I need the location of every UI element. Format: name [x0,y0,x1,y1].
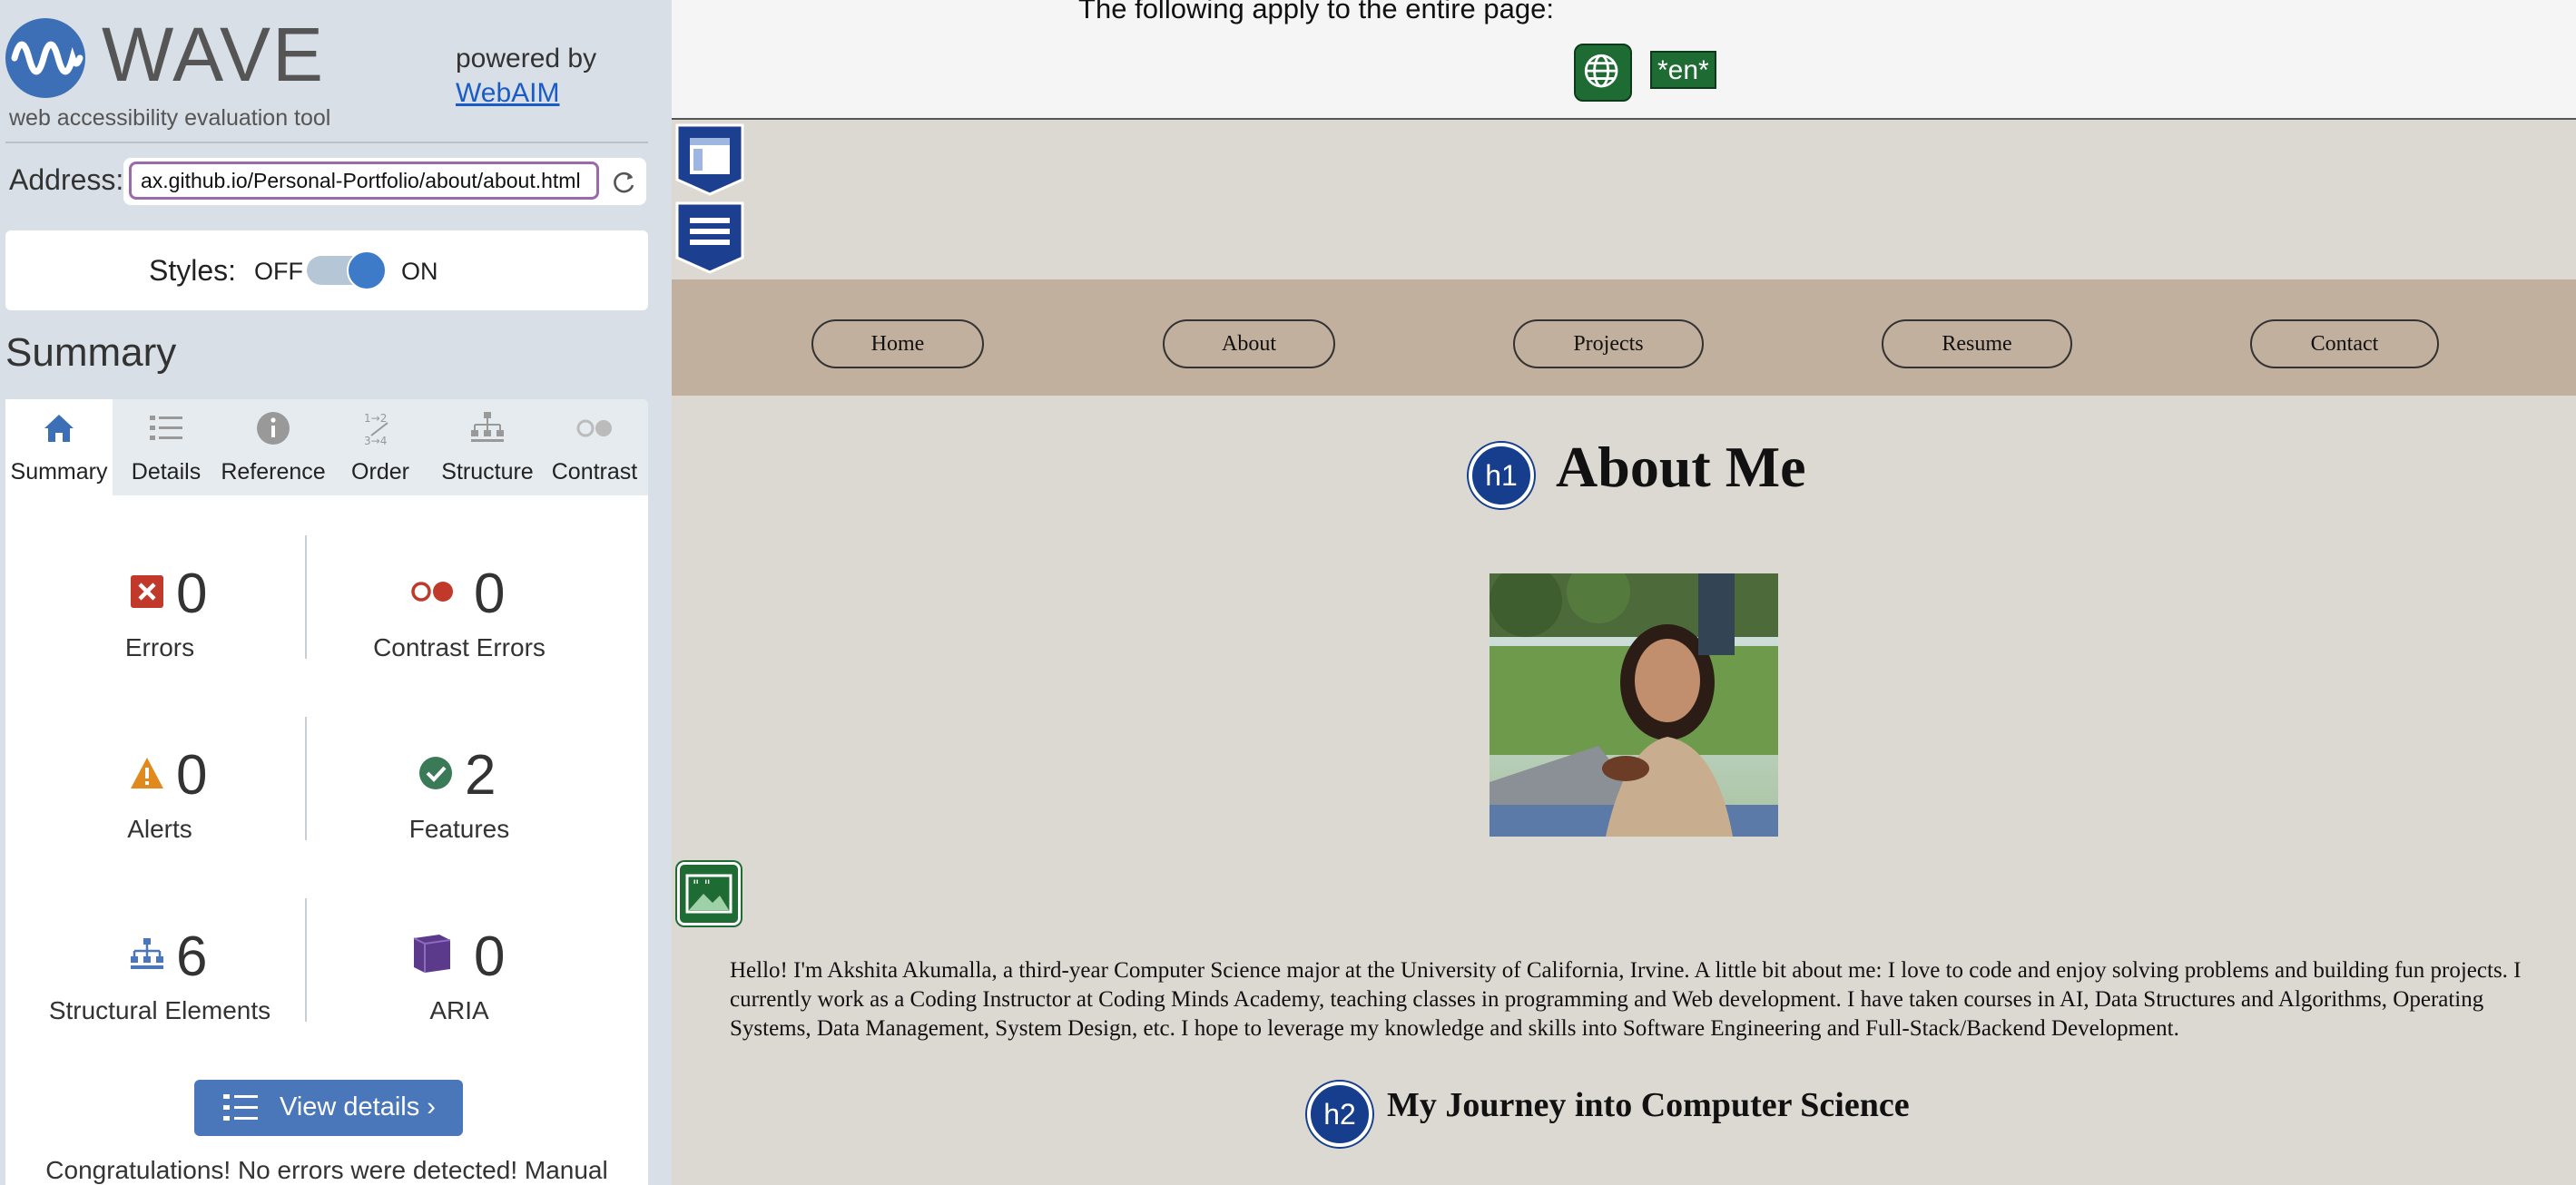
evaluated-page: The following apply to the entire page: … [672,0,2576,1185]
congrats-message: Congratulations! No errors were detected… [45,1156,608,1184]
address-box [123,158,646,205]
error-icon [131,575,163,608]
wave-sidebar: WAVE web accessibility evaluation tool p… [0,0,672,1185]
contrast-errors-label: Contrast Errors [373,633,546,661]
nav-home[interactable]: Home [811,319,984,368]
navigation-icon[interactable] [675,201,744,274]
contrast-errors-stat[interactable]: 0 Contrast Errors [314,521,605,675]
h1-icon[interactable]: h1 [1469,443,1534,508]
styles-toggle[interactable] [307,250,387,290]
wave-header: WAVE web accessibility evaluation tool p… [0,0,672,143]
nav-projects[interactable]: Projects [1513,319,1704,368]
features-stat[interactable]: 2 Features [314,702,605,857]
tab-details[interactable]: Details [113,399,220,495]
svg-text:1→2: 1→2 [364,412,387,425]
page-level-note: The following apply to the entire page: [1078,0,1554,24]
structural-stat[interactable]: 6 Structural Elements [15,884,305,1038]
powered-by-text: powered by [456,44,597,73]
view-details-button[interactable]: View details › [194,1080,463,1136]
tab-bar: Summary Details Reference 1→2 3→4 Order … [5,399,648,495]
summary-panel: Summary Details Reference 1→2 3→4 Order … [5,399,648,1185]
svg-text:3→4: 3→4 [364,435,387,446]
tab-summary[interactable]: Summary [5,399,113,495]
summary-title: Summary [5,330,177,375]
aria-stat[interactable]: 0 ARIA [314,884,605,1038]
styles-toggle-knob [347,250,387,290]
features-label: Features [408,815,510,843]
tab-label: Order [351,459,409,485]
h2-icon[interactable]: h2 [1307,1082,1372,1147]
divider [305,898,307,1022]
alt-text-icon[interactable]: " " [677,862,741,925]
styles-off-label: OFF [254,258,303,285]
structure-icon [131,938,163,969]
alerts-count: 0 [176,744,208,807]
address-input[interactable] [129,162,599,200]
nav-contact[interactable]: Contact [2250,319,2439,368]
nav-about[interactable]: About [1163,319,1335,368]
tab-order[interactable]: 1→2 3→4 Order [327,399,434,495]
contrast-error-icon [411,582,453,602]
features-count: 2 [465,744,497,807]
errors-count: 0 [176,563,208,625]
tab-label: Details [131,459,202,485]
reload-icon[interactable] [610,169,637,196]
webaim-link[interactable]: WebAIM [456,76,596,111]
view-details-label: View details › [280,1092,436,1121]
aria-icon [413,935,451,973]
svg-text:" ": " " [693,877,711,894]
aria-label: ARIA [429,996,489,1024]
errors-stat[interactable]: 0 Errors [15,521,305,675]
styles-panel: Styles: OFF ON [5,230,648,310]
structure-icon [471,412,504,442]
list-icon [150,416,182,440]
structural-label: Structural Elements [48,996,271,1024]
tab-reference[interactable]: Reference [220,399,327,495]
divider [305,535,307,659]
wave-subtitle: web accessibility evaluation tool [9,105,331,131]
contrast-icon [576,419,612,437]
aria-count: 0 [474,925,506,988]
alerts-stat[interactable]: 0 Alerts [15,702,305,857]
tab-label: Structure [441,459,534,485]
tab-label: Summary [10,459,108,485]
tab-structure[interactable]: Structure [434,399,541,495]
errors-label: Errors [124,633,195,661]
list-icon [223,1094,258,1121]
contrast-errors-count: 0 [474,563,506,625]
info-icon [257,412,290,445]
globe-icon[interactable] [1574,44,1632,102]
nav-resume[interactable]: Resume [1882,319,2072,368]
address-row: Address: [7,156,648,212]
address-label: Address: [9,163,124,196]
region-icon[interactable] [675,123,744,196]
wave-logo-icon [5,18,85,98]
wave-logo-text: WAVE [102,12,326,97]
profile-photo [1490,573,1778,837]
feature-icon [419,757,452,789]
tab-label: Reference [221,459,326,485]
page-title: About Me [1556,435,1806,499]
page-level-header: The following apply to the entire page: … [672,0,2576,120]
language-badge[interactable]: *en* [1650,51,1716,89]
styles-label: Styles: [149,254,237,287]
site-navigation: Home About Projects Resume Contact [672,279,2576,396]
divider [5,142,648,143]
powered-by: powered by WebAIM [456,42,596,111]
divider [305,717,307,840]
tab-contrast[interactable]: Contrast [541,399,648,495]
home-icon [44,415,74,442]
alert-icon [131,758,163,788]
tab-label: Contrast [551,459,638,485]
section-heading: My Journey into Computer Science [1387,1086,1910,1124]
bio-paragraph: Hello! I'm Akshita Akumalla, a third-yea… [730,958,2522,1041]
alerts-label: Alerts [127,815,192,843]
structural-count: 6 [176,925,208,988]
styles-on-label: ON [401,258,438,285]
order-icon: 1→2 3→4 [364,412,388,446]
